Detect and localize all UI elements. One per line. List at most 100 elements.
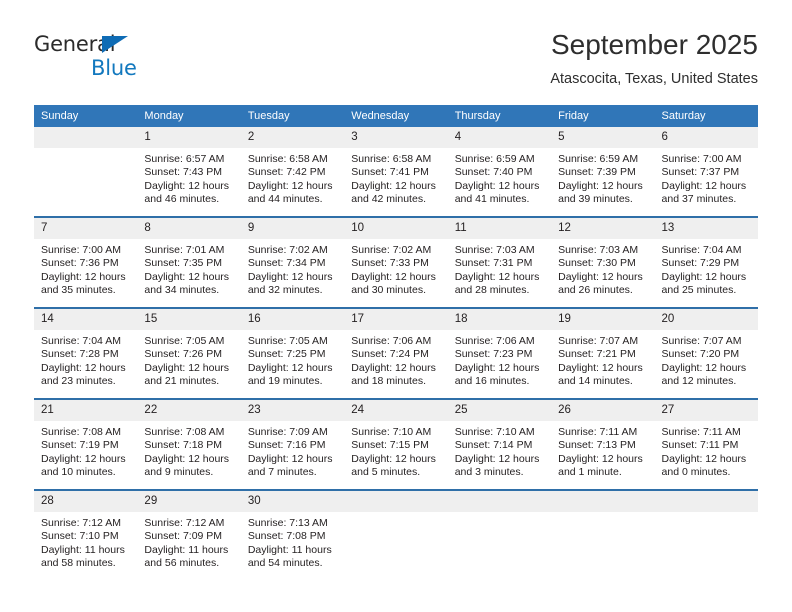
calendar-day-cell[interactable]: 24 Sunrise: 7:10 AM Sunset: 7:15 PM Dayligh… [344,398,448,490]
day-number: 9 [240,218,345,239]
page-subtitle: Atascocita, Texas, United States [550,71,758,87]
calendar-week-row: 21 Sunrise: 7:08 AM Sunset: 7:19 PM Dayligh… [34,398,758,490]
day-cell-inner: 26 Sunrise: 7:11 AM Sunset: 7:13 PM Dayligh… [551,400,655,489]
sunrise-time: Sunrise: 6:59 AM [454,153,535,165]
daylight-duration-line2: and 28 minutes. [454,284,530,297]
calendar-day-cell[interactable]: 12 Sunrise: 7:03 AM Sunset: 7:30 PM Dayligh… [551,216,655,308]
day-details: Sunrise: 7:11 AM Sunset: 7:11 PM Daylight:… [655,421,758,480]
daylight-duration-line2: and 30 minutes. [351,284,426,297]
daylight-duration-line2: and 5 minutes. [351,466,421,479]
title-block: September 2025 Atascocita, Texas, United… [550,28,758,88]
calendar-day-cell[interactable]: 25 Sunrise: 7:10 AM Sunset: 7:14 PM Dayligh… [447,398,552,490]
day-cell-inner: 16 Sunrise: 7:05 AM Sunset: 7:25 PM Dayligh… [240,309,345,398]
daylight-duration-line2: and 18 minutes. [351,375,426,388]
sunset-time: Sunset: 7:40 PM [454,166,533,179]
calendar-day-cell[interactable]: 14 Sunrise: 7:04 AM Sunset: 7:28 PM Dayligh… [34,307,138,399]
calendar-day-cell[interactable]: 20 Sunrise: 7:07 AM Sunset: 7:20 PM Dayligh… [654,307,758,399]
day-cell-inner [34,127,138,216]
day-details: Sunrise: 7:01 AM Sunset: 7:35 PM Daylight:… [137,239,240,298]
calendar-day-cell[interactable]: 23 Sunrise: 7:09 AM Sunset: 7:16 PM Dayligh… [240,398,345,490]
day-number: 15 [137,309,241,330]
day-details: Sunrise: 7:10 AM Sunset: 7:15 PM Daylight:… [344,421,447,480]
sunrise-time: Sunrise: 7:09 AM [247,426,328,438]
day-number: 4 [447,127,552,148]
daylight-duration-line2: and 7 minutes. [247,466,317,479]
calendar-day-cell[interactable]: 8 Sunrise: 7:01 AM Sunset: 7:35 PM Daylight… [137,216,241,308]
general-blue-logo[interactable]: General Blue [34,34,214,92]
day-details: Sunrise: 7:05 AM Sunset: 7:25 PM Daylight:… [241,330,344,389]
sunset-time: Sunset: 7:14 PM [454,439,533,452]
day-details: Sunrise: 7:02 AM Sunset: 7:34 PM Daylight:… [241,239,344,298]
day-number [34,127,138,148]
day-number: 8 [137,218,241,239]
sunrise-time: Sunrise: 7:07 AM [558,335,639,347]
day-cell-inner: 3 Sunrise: 6:58 AM Sunset: 7:41 PM Daylight… [344,127,448,216]
calendar-day-cell[interactable]: 10 Sunrise: 7:02 AM Sunset: 7:33 PM Dayligh… [344,216,448,308]
daylight-duration-line2: and 34 minutes. [144,284,220,297]
sunset-time: Sunset: 7:43 PM [144,166,223,179]
calendar-day-cell[interactable]: 3 Sunrise: 6:58 AM Sunset: 7:41 PM Daylight… [344,127,448,217]
calendar-day-cell-empty [344,489,448,580]
day-number: 18 [447,309,552,330]
day-number: 20 [654,309,758,330]
sunset-time: Sunset: 7:39 PM [558,166,636,179]
calendar-day-cell[interactable]: 30 Sunrise: 7:13 AM Sunset: 7:08 PM Dayligh… [240,489,345,580]
calendar-day-cell[interactable]: 9 Sunrise: 7:02 AM Sunset: 7:34 PM Daylight… [240,216,345,308]
calendar-day-cell[interactable]: 4 Sunrise: 6:59 AM Sunset: 7:40 PM Daylight… [447,127,552,217]
sunrise-time: Sunrise: 7:06 AM [454,335,535,347]
calendar-day-cell[interactable]: 28 Sunrise: 7:12 AM Sunset: 7:10 PM Dayligh… [34,489,138,580]
weekday-header-wednesday: Wednesday [344,105,448,127]
page-title: September 2025 [550,29,758,60]
day-number: 23 [240,400,345,421]
sunset-time: Sunset: 7:13 PM [558,439,636,452]
sunrise-time: Sunrise: 7:12 AM [144,517,225,529]
calendar-day-cell[interactable]: 7 Sunrise: 7:00 AM Sunset: 7:36 PM Daylight… [34,216,138,308]
daylight-duration-line1: Daylight: 12 hours [351,270,436,283]
calendar-day-cell[interactable]: 15 Sunrise: 7:05 AM Sunset: 7:26 PM Dayligh… [137,307,241,399]
sunrise-time: Sunrise: 7:08 AM [144,426,225,438]
calendar-day-cell[interactable]: 5 Sunrise: 6:59 AM Sunset: 7:39 PM Daylight… [551,127,655,217]
sunset-time: Sunset: 7:31 PM [454,257,533,270]
sunset-time: Sunset: 7:33 PM [351,257,429,270]
calendar-day-cell[interactable]: 11 Sunrise: 7:03 AM Sunset: 7:31 PM Dayligh… [447,216,552,308]
calendar-day-cell[interactable]: 26 Sunrise: 7:11 AM Sunset: 7:13 PM Dayligh… [551,398,655,490]
daylight-duration-line2: and 58 minutes. [41,557,116,570]
sunrise-time: Sunrise: 7:05 AM [247,335,328,347]
day-cell-inner: 18 Sunrise: 7:06 AM Sunset: 7:23 PM Dayligh… [447,309,552,398]
calendar-day-cell[interactable]: 6 Sunrise: 7:00 AM Sunset: 7:37 PM Daylight… [654,127,758,217]
sunrise-time: Sunrise: 7:03 AM [558,244,639,256]
calendar-day-cell[interactable]: 18 Sunrise: 7:06 AM Sunset: 7:23 PM Dayligh… [447,307,552,399]
day-cell-inner: 30 Sunrise: 7:13 AM Sunset: 7:08 PM Dayligh… [240,491,345,580]
daylight-duration-line1: Daylight: 12 hours [454,452,540,465]
calendar-week-row: 7 Sunrise: 7:00 AM Sunset: 7:36 PM Daylight… [34,216,758,308]
daylight-duration-line2: and 0 minutes. [661,466,731,479]
day-number: 26 [551,400,655,421]
day-number: 14 [34,309,138,330]
daylight-duration-line1: Daylight: 12 hours [558,452,643,465]
daylight-duration-line2: and 19 minutes. [247,375,323,388]
day-cell-inner: 14 Sunrise: 7:04 AM Sunset: 7:28 PM Dayligh… [34,309,138,398]
day-details: Sunrise: 7:00 AM Sunset: 7:36 PM Daylight:… [34,239,137,298]
calendar-day-cell[interactable]: 13 Sunrise: 7:04 AM Sunset: 7:29 PM Dayligh… [654,216,758,308]
calendar-day-cell[interactable]: 16 Sunrise: 7:05 AM Sunset: 7:25 PM Dayligh… [240,307,345,399]
sunset-time: Sunset: 7:37 PM [661,166,740,179]
daylight-duration-line1: Daylight: 12 hours [351,179,436,192]
calendar-day-cell[interactable]: 22 Sunrise: 7:08 AM Sunset: 7:18 PM Dayligh… [137,398,241,490]
day-cell-inner: 21 Sunrise: 7:08 AM Sunset: 7:19 PM Dayligh… [34,400,138,489]
sunrise-time: Sunrise: 7:12 AM [41,517,121,529]
calendar-day-cell[interactable]: 29 Sunrise: 7:12 AM Sunset: 7:09 PM Dayligh… [137,489,241,580]
calendar-day-cell[interactable]: 19 Sunrise: 7:07 AM Sunset: 7:21 PM Dayligh… [551,307,655,399]
calendar-day-cell[interactable]: 2 Sunrise: 6:58 AM Sunset: 7:42 PM Daylight… [240,127,345,217]
calendar-day-cell[interactable]: 17 Sunrise: 7:06 AM Sunset: 7:24 PM Dayligh… [344,307,448,399]
sunset-time: Sunset: 7:41 PM [351,166,429,179]
calendar-day-cell[interactable]: 21 Sunrise: 7:08 AM Sunset: 7:19 PM Dayligh… [34,398,138,490]
day-details: Sunrise: 7:08 AM Sunset: 7:18 PM Daylight:… [137,421,240,480]
calendar-day-cell[interactable]: 27 Sunrise: 7:11 AM Sunset: 7:11 PM Dayligh… [654,398,758,490]
calendar-day-cell[interactable]: 1 Sunrise: 6:57 AM Sunset: 7:43 PM Daylight… [137,127,241,217]
daylight-duration-line1: Daylight: 12 hours [661,270,747,283]
sunset-time: Sunset: 7:21 PM [558,348,636,361]
sunset-time: Sunset: 7:35 PM [144,257,223,270]
calendar-week-row: 28 Sunrise: 7:12 AM Sunset: 7:10 PM Dayligh… [34,489,758,580]
daylight-duration-line2: and 39 minutes. [558,193,633,206]
calendar-day-cell-empty [654,489,758,580]
